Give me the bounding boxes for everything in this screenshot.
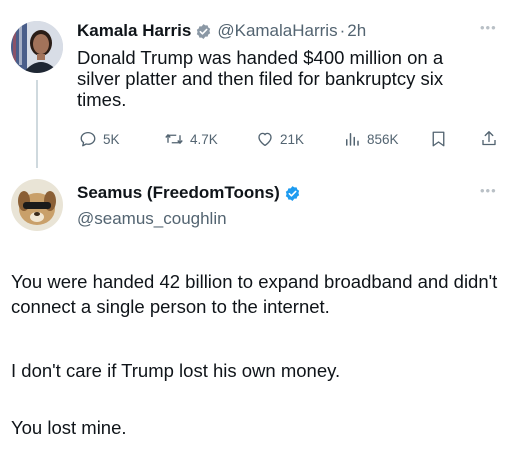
reply-author-name[interactable]: Seamus (FreedomToons): [77, 183, 280, 203]
share-button[interactable]: [480, 129, 498, 148]
repost-count: 4.7K: [190, 131, 218, 147]
tweet-header: Kamala Harris @KamalaHarris · 2h: [77, 21, 366, 41]
views-button[interactable]: 856K: [343, 130, 399, 148]
view-count: 856K: [367, 131, 399, 147]
separator: ·: [339, 21, 346, 40]
verified-badge-icon[interactable]: [284, 185, 301, 202]
bookmark-icon: [432, 131, 445, 147]
author-handle[interactable]: @KamalaHarris: [217, 21, 337, 41]
thread-line: [36, 80, 38, 168]
analytics-icon: [346, 133, 359, 146]
heart-icon: [258, 132, 272, 147]
more-options-icon[interactable]: •••: [480, 183, 497, 198]
reply-header: Seamus (FreedomToons): [77, 183, 306, 203]
reply-paragraph-1: You were handed 42 billion to expand bro…: [11, 271, 498, 317]
more-options-icon[interactable]: •••: [480, 20, 497, 35]
reply-icon: [80, 131, 96, 147]
avatar[interactable]: [11, 21, 63, 73]
author-name[interactable]: Kamala Harris: [77, 21, 191, 41]
like-button[interactable]: 21K: [256, 130, 304, 148]
verified-badge-icon[interactable]: [195, 23, 212, 40]
share-icon: [482, 131, 496, 146]
avatar-image: [11, 21, 63, 73]
repost-button[interactable]: 4.7K: [164, 130, 218, 148]
avatar-image: [11, 179, 63, 231]
reply-avatar[interactable]: [11, 179, 63, 231]
reply-count: 5K: [103, 131, 120, 147]
reply-button[interactable]: 5K: [79, 130, 120, 148]
tweet-text: Donald Trump was handed $400 million on …: [77, 47, 444, 110]
like-count: 21K: [280, 131, 305, 147]
repost-icon: [165, 134, 183, 144]
reply-paragraph-2: I don't care if Trump lost his own money…: [11, 360, 341, 381]
timestamp[interactable]: 2h: [347, 21, 366, 41]
reply-author-handle[interactable]: @seamus_coughlin: [77, 209, 227, 229]
reply-paragraph-3: You lost mine.: [11, 417, 127, 438]
bookmark-button[interactable]: [430, 130, 447, 148]
